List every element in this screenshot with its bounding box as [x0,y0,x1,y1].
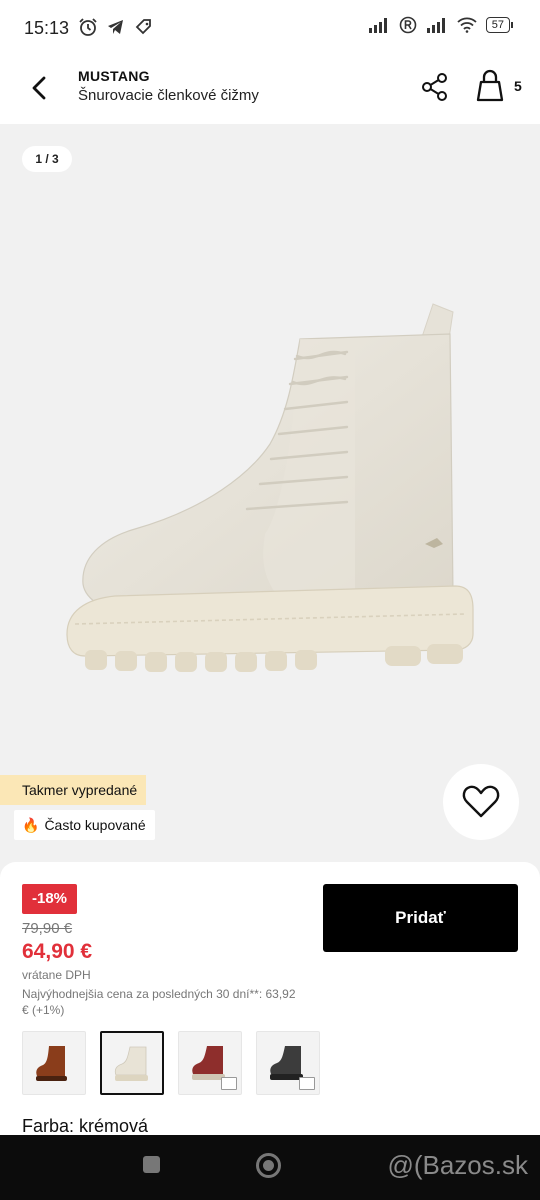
home-button[interactable] [256,1153,281,1178]
shopping-bag-button[interactable] [472,68,508,104]
almost-sold-out-tag: Takmer vypredané [0,775,147,805]
brand-name: MUSTANG [78,68,150,84]
original-price: 79,90 € [22,920,73,937]
status-left-icons [78,17,154,37]
color-value: krémová [79,1116,149,1136]
often-bought-label: Často kupované [44,817,146,833]
color-swatch-red[interactable] [178,1031,242,1095]
swatch-boot-image [36,1046,67,1081]
color-swatch-brown[interactable] [22,1031,86,1095]
discount-badge: -18% [22,884,78,914]
color-swatches [22,1031,320,1095]
watermark: @(Bazos.sk [387,1150,528,1180]
battery-icon: 57 [485,17,514,33]
color-swatch-black[interactable] [256,1031,320,1095]
add-to-cart-button[interactable]: Pridať [323,884,518,952]
lowest-price-note: Najvýhodnejšia cena za posledných 30 dní… [22,987,296,1017]
unavailable-mail-icon [299,1077,315,1090]
product-gallery[interactable]: 1 / 3 Takmer vypredané 🔥 Často kupované [0,124,540,864]
fire-icon: 🔥 [22,817,40,833]
product-image[interactable] [55,294,485,714]
heart-icon [462,785,500,818]
swatch-boot-image [114,1046,148,1081]
status-time: 15:13 [24,18,70,38]
image-counter: 1 / 3 [22,146,72,172]
back-arrow-icon [32,76,46,100]
sale-price: 64,90 € [22,940,93,963]
status-bar: 15:13 57 [0,0,540,58]
registered-icon [399,16,417,34]
purchase-sheet: -18% 79,90 € 64,90 € vrátane DPH Najvýho… [0,862,540,1137]
share-icon [422,73,447,101]
system-nav-bar: @(Bazos.sk [0,1135,540,1200]
shopping-bag-icon [476,69,504,102]
product-title: Šnurovacie členkové čižmy [78,87,259,104]
unavailable-mail-icon [221,1077,237,1090]
vat-note: vrátane DPH [22,968,91,982]
alarm-icon [79,18,97,36]
recents-button[interactable] [143,1156,160,1173]
wishlist-button[interactable] [443,764,519,840]
signal-icon [426,18,445,33]
signal-icon [368,18,387,33]
telegram-icon [108,20,123,34]
status-right-icons: 57 [368,16,514,34]
bag-count-badge: 5 [514,78,522,94]
color-label: Farba: krémová [22,1116,148,1137]
wifi-icon [457,17,477,33]
app-header: MUSTANG Šnurovacie členkové čižmy 5 [0,58,540,124]
back-button[interactable] [22,70,58,106]
color-swatch-cream[interactable] [100,1031,164,1095]
often-bought-tag: 🔥 Často kupované [14,810,155,840]
tag-icon [135,19,151,35]
color-label-prefix: Farba: [22,1116,75,1136]
share-button[interactable] [418,70,452,104]
